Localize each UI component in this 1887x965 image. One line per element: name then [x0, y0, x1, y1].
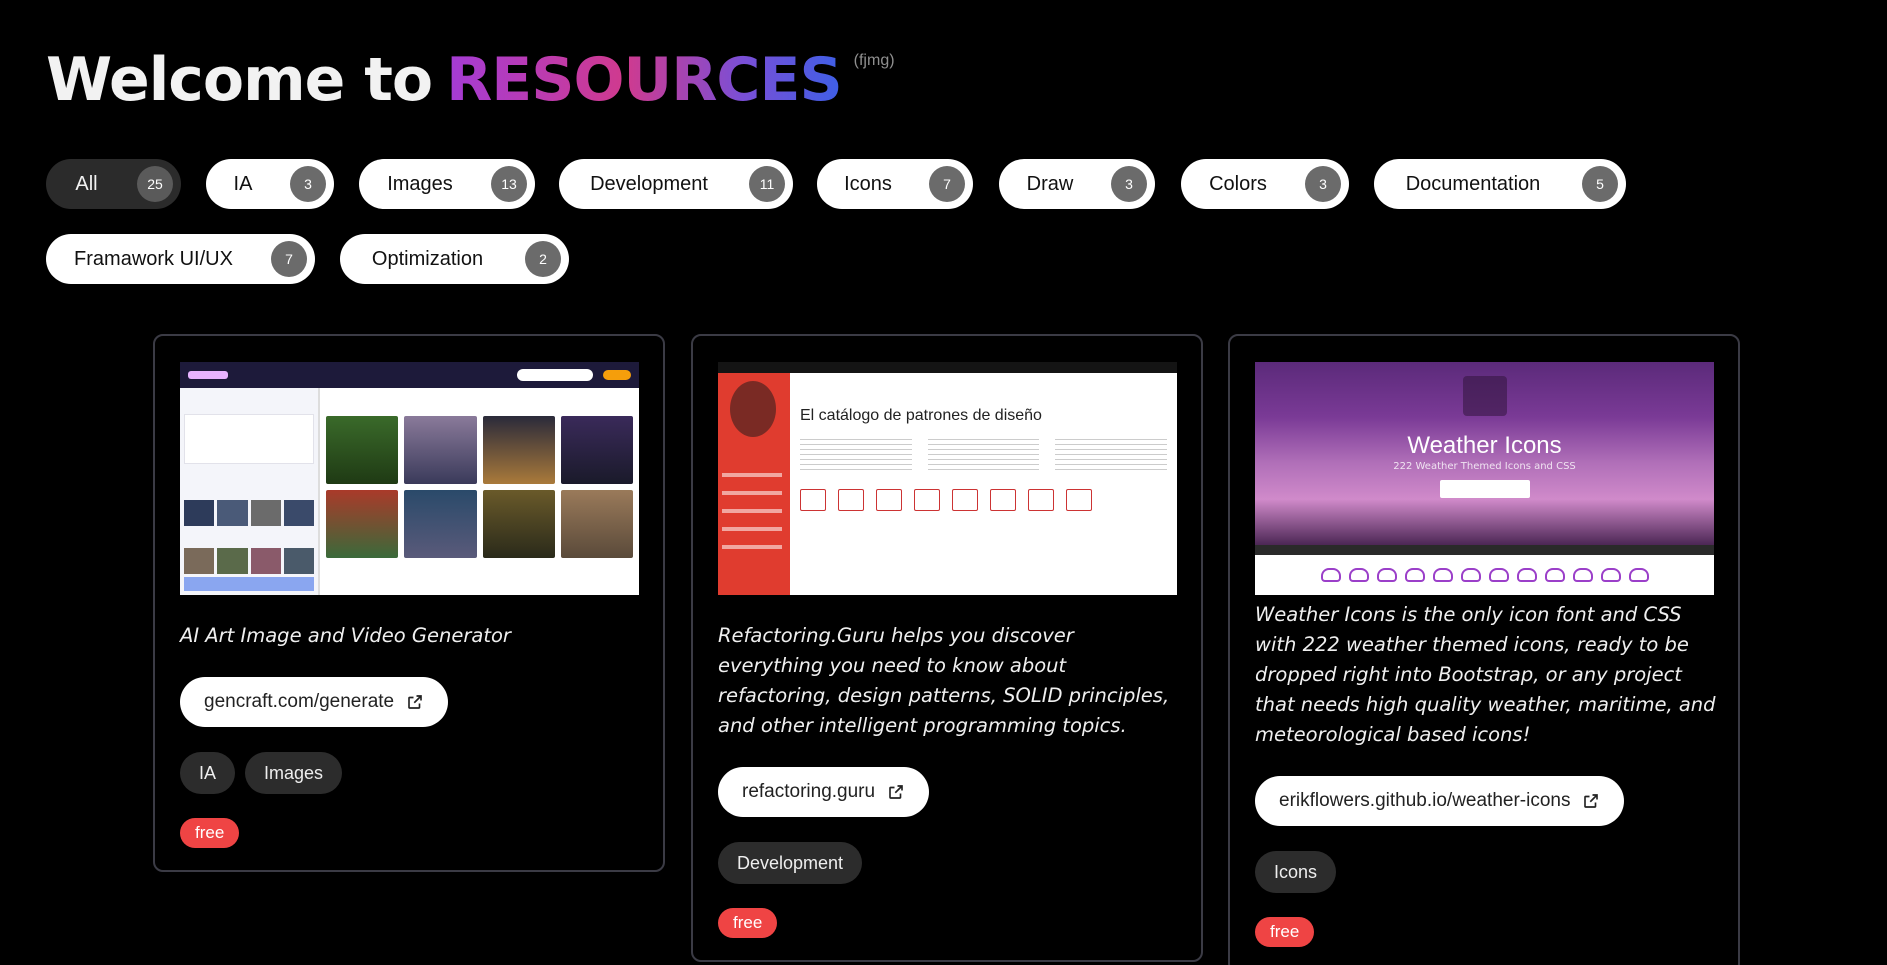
price-badge: free [718, 908, 778, 938]
cloud-sun-icon [1462, 376, 1507, 416]
filter-label: Draw [1026, 172, 1074, 195]
resource-tags: Development [718, 842, 863, 884]
filter-draw[interactable]: Draw 3 [999, 159, 1155, 209]
site-screenshot[interactable]: Weather Icons 222 Weather Themed Icons a… [1255, 362, 1714, 595]
resource-link-text: erikflowers.github.io/weather-icons [1279, 790, 1571, 811]
price-badge: free [180, 818, 240, 848]
tag-chip[interactable]: Images [245, 752, 343, 794]
external-link-icon [889, 785, 903, 799]
filter-count-badge: 3 [1111, 166, 1147, 202]
resource-link[interactable]: gencraft.com/generate [180, 677, 449, 727]
filter-images[interactable]: Images 13 [359, 159, 535, 209]
filter-documentation[interactable]: Documentation 5 [1374, 159, 1626, 209]
filter-development[interactable]: Development 11 [559, 159, 793, 209]
screenshot-title: Weather Icons [1407, 432, 1562, 459]
filter-count-badge: 2 [525, 241, 561, 277]
screenshot-heading: El catálogo de patrones de diseño [800, 407, 1042, 424]
filter-ia[interactable]: IA 3 [206, 159, 334, 209]
filter-icons[interactable]: Icons 7 [817, 159, 973, 209]
page-title-welcome: Welcome to [46, 45, 433, 115]
filter-optimization[interactable]: Optimization 2 [340, 234, 569, 284]
resource-card-refactoring-guru: El catálogo de patrones de diseño Refact… [691, 334, 1203, 962]
resource-link-text: refactoring.guru [742, 781, 876, 802]
filter-count-badge: 5 [1582, 166, 1618, 202]
filter-label: IA [233, 172, 253, 195]
filter-count-badge: 11 [749, 166, 785, 202]
resource-tags: Icons [1255, 851, 1337, 893]
external-link-icon [1584, 794, 1599, 808]
filter-count-badge: 3 [290, 166, 326, 202]
tag-chip[interactable]: IA [180, 752, 236, 794]
filter-count-badge: 7 [929, 166, 965, 202]
gencraft-logo [188, 371, 228, 379]
resource-description: Refactoring.Guru helps you discover ever… [718, 624, 1170, 737]
resource-description: Weather Icons is the only icon font and … [1255, 603, 1716, 746]
filter-label: Images [387, 172, 453, 195]
page-header: Welcome to RESOURCES (fjmg) [46, 46, 895, 114]
resource-card-weather-icons: Weather Icons 222 Weather Themed Icons a… [1228, 334, 1740, 965]
filter-colors[interactable]: Colors 3 [1181, 159, 1349, 209]
page-title-brand: RESOURCES [446, 45, 843, 115]
resource-link-text: gencraft.com/generate [204, 691, 395, 712]
external-link-icon [408, 695, 422, 709]
site-screenshot[interactable] [180, 362, 639, 595]
site-screenshot[interactable]: El catálogo de patrones de diseño [718, 362, 1177, 595]
filter-label: All [75, 172, 98, 195]
resource-description: AI Art Image and Video Generator [180, 624, 511, 647]
filter-count-badge: 25 [137, 166, 173, 202]
screenshot-subtitle: 222 Weather Themed Icons and CSS [1393, 461, 1576, 472]
filter-count-badge: 13 [491, 166, 527, 202]
resource-link[interactable]: refactoring.guru [718, 767, 930, 817]
filter-label: Documentation [1405, 172, 1541, 195]
filter-all[interactable]: All 25 [46, 159, 181, 209]
filter-label: Development [590, 172, 708, 195]
resource-tags: IA Images [180, 752, 343, 794]
filter-label: Colors [1209, 172, 1267, 195]
filter-count-badge: 7 [271, 241, 307, 277]
filter-label: Icons [844, 172, 892, 195]
resource-card-gencraft: AI Art Image and Video Generator gencraf… [153, 334, 665, 872]
price-badge: free [1255, 917, 1315, 947]
raccoon-logo [730, 381, 776, 437]
author-tag: (fjmg) [853, 52, 895, 69]
filter-framework-ui-ux[interactable]: Framawork UI/UX 7 [46, 234, 315, 284]
tag-chip[interactable]: Icons [1255, 851, 1337, 893]
resource-link[interactable]: erikflowers.github.io/weather-icons [1255, 776, 1625, 826]
filter-count-badge: 3 [1305, 166, 1341, 202]
tag-chip[interactable]: Development [718, 842, 863, 884]
filter-label: Optimization [371, 247, 484, 270]
filter-label: Framawork UI/UX [74, 247, 233, 270]
